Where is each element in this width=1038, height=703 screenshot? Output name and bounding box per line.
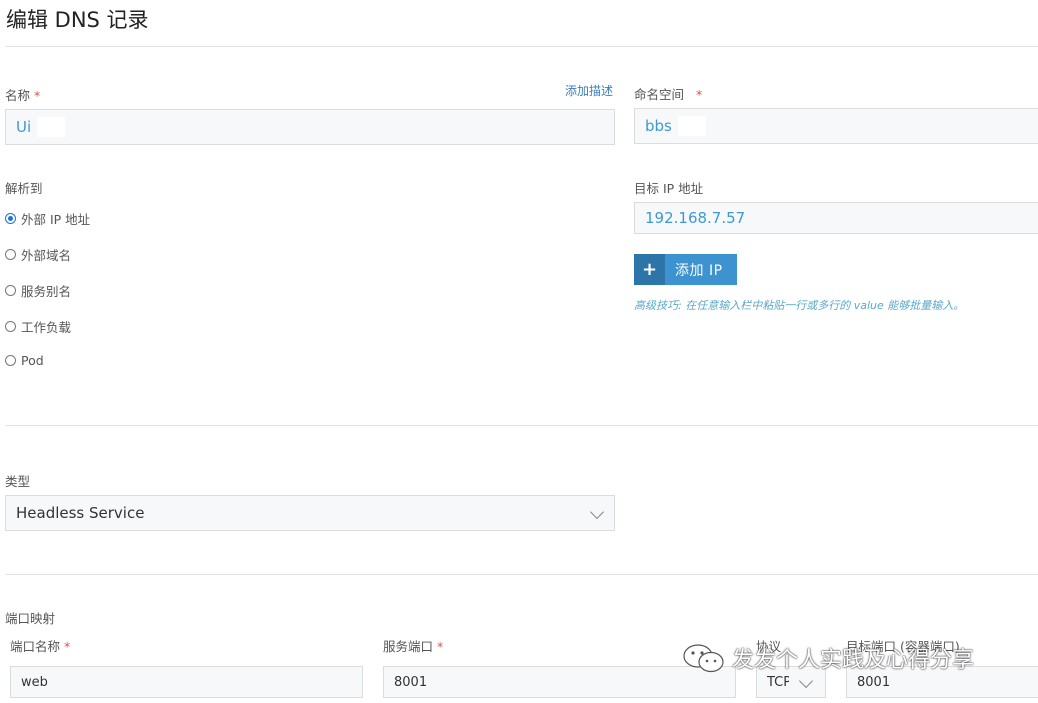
namespace-label: 命名空间 *	[634, 84, 702, 103]
namespace-input-value: bbs	[645, 117, 672, 135]
chevron-down-icon	[798, 673, 814, 689]
add-ip-button[interactable]: + 添加 IP	[634, 254, 737, 285]
type-select-value: Headless Service	[16, 504, 145, 522]
type-label: 类型	[5, 474, 31, 489]
radio-icon	[5, 249, 16, 260]
required-marker: *	[34, 88, 41, 103]
required-marker: *	[696, 87, 703, 102]
required-marker: *	[64, 639, 71, 654]
protocol-value: TCP	[767, 674, 789, 690]
port-name-input[interactable]: web	[10, 666, 363, 698]
service-port-label: 服务端口 *	[383, 636, 443, 655]
radio-workload[interactable]: 工作负载	[5, 317, 71, 336]
divider	[5, 574, 1038, 575]
target-port-value: 8001	[857, 674, 891, 690]
divider	[5, 425, 1038, 426]
target-ip-value: 192.168.7.57	[645, 209, 746, 227]
plus-icon: +	[634, 254, 665, 285]
redaction	[37, 117, 66, 137]
radio-label: Pod	[21, 353, 44, 368]
namespace-label-text: 命名空间	[634, 87, 685, 102]
add-ip-label: 添加 IP	[675, 262, 723, 279]
target-ip-label: 目标 IP 地址	[634, 181, 704, 196]
divider	[5, 46, 1038, 47]
add-description-link[interactable]: 添加描述	[565, 82, 613, 99]
target-ip-input[interactable]: 192.168.7.57	[634, 202, 1038, 234]
redaction	[677, 116, 706, 136]
type-select[interactable]: Headless Service	[5, 495, 615, 531]
name-label: 名称 *	[5, 85, 40, 104]
wechat-icon	[683, 644, 724, 673]
radio-label: 服务别名	[21, 284, 72, 299]
chevron-down-icon	[589, 504, 605, 520]
radio-icon	[5, 321, 16, 332]
radio-selected-icon	[5, 213, 16, 224]
radio-external-domain[interactable]: 外部域名	[5, 245, 71, 264]
service-port-label-text: 服务端口	[383, 639, 434, 654]
namespace-input[interactable]: bbs	[634, 108, 1038, 144]
radio-label: 外部 IP 地址	[21, 212, 91, 227]
port-mapping-label: 端口映射	[5, 611, 56, 626]
port-name-label-text: 端口名称	[10, 639, 61, 654]
hint-text: 高级技巧: 在任意输入栏中粘贴一行或多行的 value 能够批量输入。	[634, 299, 965, 312]
watermark: 发发个人实践及心得分享	[682, 642, 974, 674]
resolve-label: 解析到	[5, 181, 43, 196]
port-name-value: web	[21, 674, 48, 690]
radio-pod[interactable]: Pod	[5, 353, 44, 368]
radio-label: 工作负载	[21, 320, 72, 335]
required-marker: *	[437, 639, 444, 654]
radio-service-alias[interactable]: 服务别名	[5, 281, 71, 300]
radio-label: 外部域名	[21, 248, 72, 263]
port-name-label: 端口名称 *	[10, 636, 70, 655]
page-title: 编辑 DNS 记录	[6, 8, 149, 32]
watermark-text: 发发个人实践及心得分享	[732, 648, 975, 673]
radio-icon	[5, 355, 16, 366]
name-label-text: 名称	[5, 88, 31, 103]
name-input-value: Ui	[16, 118, 32, 136]
radio-icon	[5, 285, 16, 296]
radio-external-ip[interactable]: 外部 IP 地址	[5, 209, 90, 228]
service-port-value: 8001	[394, 674, 428, 690]
name-input[interactable]: Ui	[5, 109, 615, 145]
